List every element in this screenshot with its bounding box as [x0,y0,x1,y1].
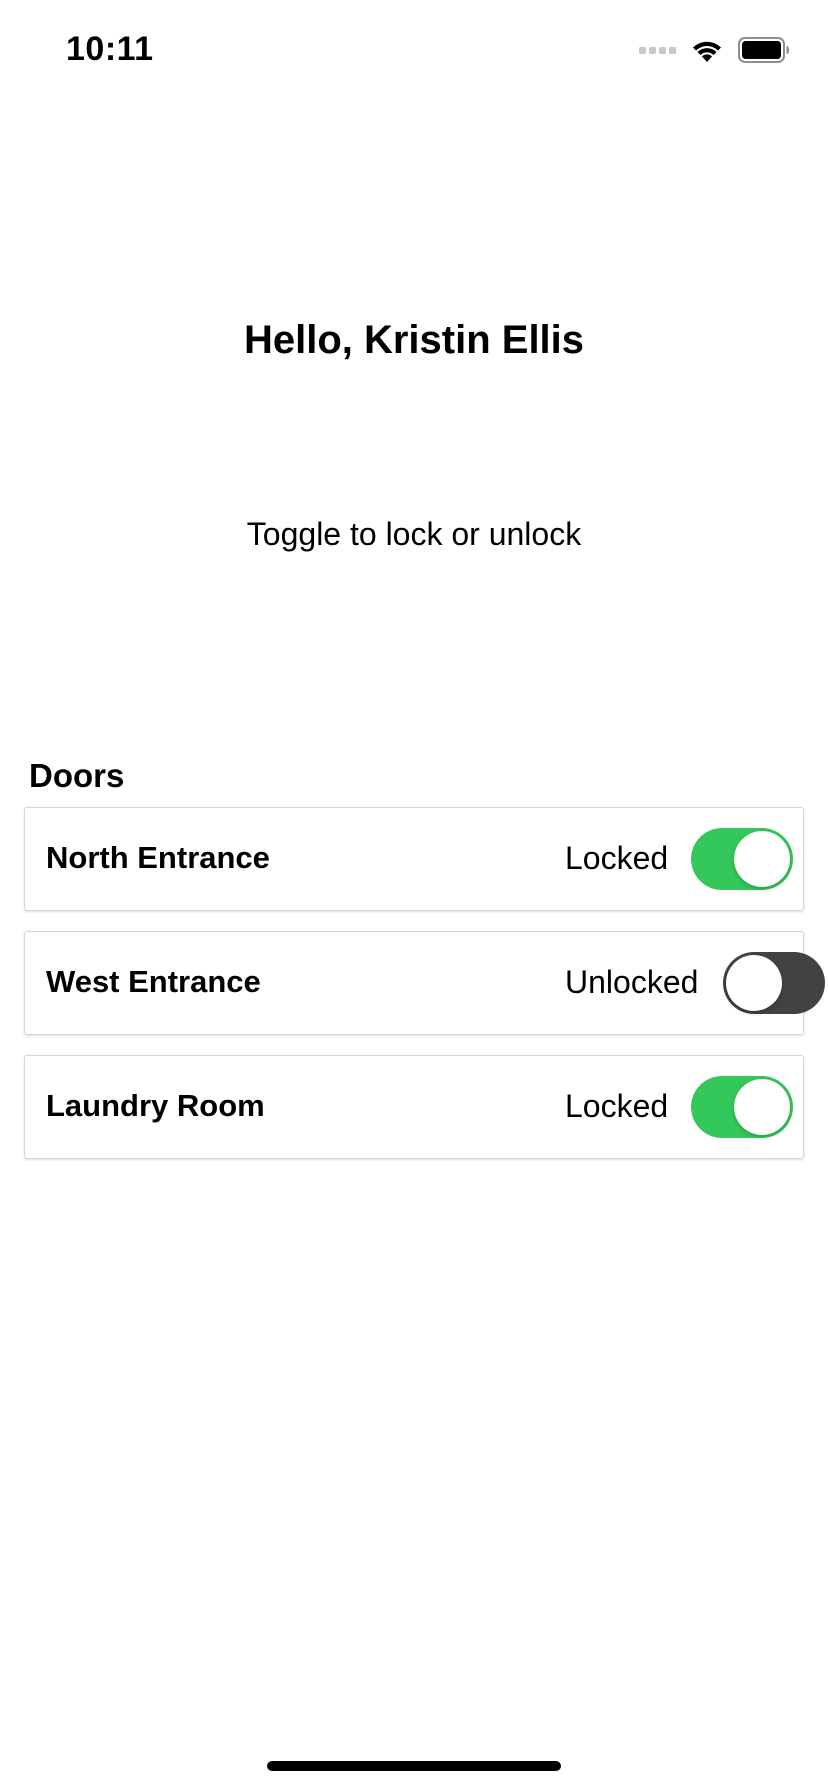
lock-toggle-north-entrance[interactable] [691,828,793,890]
greeting-title: Hello, Kristin Ellis [243,318,585,362]
door-status: Unlocked [565,964,699,1000]
door-name: North Entrance [46,840,270,875]
status-bar: 10:11 [0,0,828,100]
instruction-text: Toggle to lock or unlock [246,516,582,552]
status-icons [639,36,790,64]
door-status: Locked [565,1088,669,1124]
door-card-west-entrance: West Entrance Unlocked [24,931,825,1035]
door-card-north-entrance: North Entrance Locked [24,807,804,911]
door-status: Locked [565,840,669,876]
door-name: West Entrance [46,964,261,999]
status-time: 10:11 [66,30,154,68]
door-name: Laundry Room [46,1088,265,1123]
lock-toggle-laundry-room[interactable] [691,1076,793,1138]
home-indicator[interactable] [267,1761,561,1771]
battery-icon [738,37,790,63]
lock-toggle-west-entrance[interactable] [723,952,825,1014]
doors-section-title: Doors [29,757,125,794]
door-list: North Entrance Locked West Entrance Unlo… [24,807,825,1179]
wifi-icon [690,37,724,63]
signal-icon [639,46,676,54]
toggle-knob [726,955,782,1011]
toggle-knob [734,1079,790,1135]
door-card-laundry-room: Laundry Room Locked [24,1055,804,1159]
toggle-knob [734,831,790,887]
